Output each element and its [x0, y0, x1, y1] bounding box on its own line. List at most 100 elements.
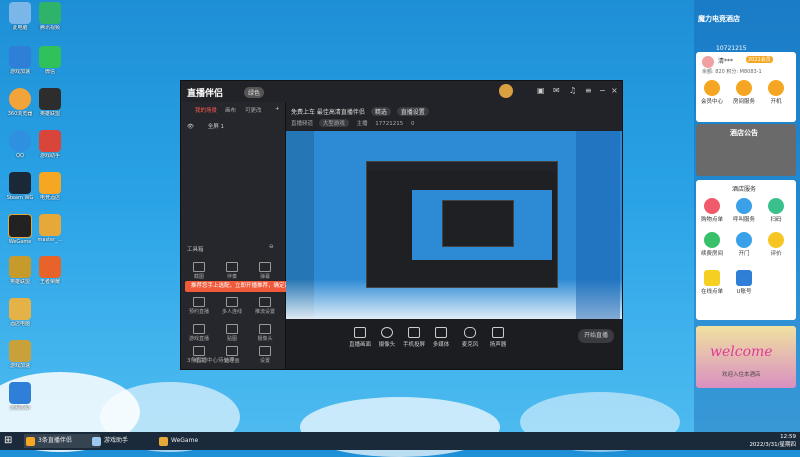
tab-editable[interactable]: 可更改 — [245, 106, 262, 114]
service-rate[interactable]: 评价 — [762, 232, 790, 257]
desktop-icon-hotel-pc[interactable]: 酒店电脑 — [4, 298, 36, 327]
system-clock[interactable]: 12:59 2022/3/31/星期四 — [749, 433, 796, 449]
hotel-side-panel: 魔力电竞酒店 10721215 清*** 2021会员 余额: 820 积分: … — [694, 0, 800, 432]
tool-game-live[interactable]: 游戏直播 — [185, 324, 213, 342]
taskbar-item-companion[interactable]: 3条直播伴侣 — [24, 434, 100, 448]
tab-my-scenes[interactable]: 我的场景 — [195, 106, 217, 114]
member-center-button[interactable]: 会员中心 — [698, 80, 726, 105]
service-call[interactable]: 呼叫服务 — [730, 198, 758, 223]
toolbox-collapse-icon[interactable]: ⊖ — [269, 244, 274, 250]
welcome-card[interactable]: welcome 欢迎入住本酒店 — [696, 326, 796, 388]
service-order[interactable]: 购物点单 — [698, 198, 726, 223]
tool-sticker[interactable]: 贴图 — [218, 324, 246, 342]
service-u-account[interactable]: U账号 — [730, 270, 758, 295]
tool-stream-settings[interactable]: 推流设置 — [251, 297, 279, 315]
wegame-icon — [8, 214, 32, 238]
master-icon — [39, 214, 61, 236]
tool-camera[interactable]: 摄像头 — [251, 324, 279, 342]
menu-icon[interactable]: ≡ — [585, 86, 592, 95]
desktop-icon-steam[interactable]: Steam WG — [4, 172, 36, 201]
user-card: 清*** 2021会员 余额: 820 积分: M8083-1 会员中心 房间服… — [696, 52, 796, 122]
desktop-icon-accel-2[interactable]: 游戏加速 — [4, 340, 36, 369]
desktop-icon-accelerator[interactable]: 游戏加速 — [4, 46, 36, 75]
lol-icon — [39, 88, 61, 110]
shop-icon[interactable]: ▣ — [537, 86, 545, 95]
tool-settings[interactable]: 设置 — [251, 346, 279, 364]
desktop-icon-computer[interactable]: 此电脑 — [4, 2, 36, 31]
hotel-icon — [39, 172, 61, 194]
desktop-icon-qq[interactable]: QQ — [4, 130, 36, 159]
minimize-icon[interactable]: − — [599, 86, 606, 95]
desktop-icon-video[interactable]: 腾讯视频 — [34, 2, 66, 31]
phone-icon — [408, 327, 420, 338]
nested-preview — [412, 190, 552, 260]
speaker-button[interactable]: 扬声器 — [486, 327, 510, 348]
stream-header: 免费上车 最佳高清直播伴侣 精选 直播设置 直播频道 大型游戏 主播 17721… — [286, 102, 622, 130]
room-id: 10721215 — [716, 45, 747, 52]
desktop-icon-wechat[interactable]: 微信 — [34, 46, 66, 75]
like-count: 0 — [411, 121, 415, 127]
camera-icon — [381, 327, 393, 338]
camera-button[interactable]: 摄像头 — [375, 327, 399, 348]
desktop-icon-master[interactable]: master_... — [34, 214, 66, 243]
tab-canvas[interactable]: 画布 — [225, 106, 236, 114]
taskbar-item-wegame[interactable]: WeGame — [157, 434, 231, 448]
desktop-icon-hotel[interactable]: 电竞酒店 — [34, 172, 66, 201]
bell-icon[interactable]: ♫ — [569, 86, 576, 95]
game-helper-icon — [39, 130, 61, 152]
mic-button[interactable]: 麦克风 — [458, 327, 482, 348]
taskbar-item-game-helper[interactable]: 游戏助手 — [90, 434, 166, 448]
windows-start-icon[interactable]: ⊞ — [4, 435, 12, 446]
scene-sidebar: 我的场景 画布 可更改 + 👁 全屏 1 工具箱 ⊖ 截图 伴奏 弹幕 预约直播… — [181, 102, 351, 369]
desktop-icon-game-helper[interactable]: 游戏助手 — [34, 130, 66, 159]
avatar[interactable] — [702, 56, 714, 68]
desktop-icon-lol-2[interactable]: 英雄联盟 — [4, 256, 36, 285]
eye-icon[interactable]: 👁 — [187, 124, 194, 130]
boot-button[interactable]: 开机 — [762, 80, 790, 105]
tool-accompany[interactable]: 伴奏 — [218, 262, 246, 280]
wechat-icon — [39, 46, 61, 68]
tool-multi-link[interactable]: 多人连线 — [218, 297, 246, 315]
tool-reserve[interactable]: 预约直播 — [185, 297, 213, 315]
service-scan[interactable]: 扫码 — [762, 198, 790, 223]
desktop-icon-lol[interactable]: 英雄联盟 — [34, 88, 66, 117]
tool-danmaku[interactable]: 弹幕 — [251, 262, 279, 280]
capture-screen-button[interactable]: 直播画面 — [348, 327, 372, 348]
toolbox-label: 工具箱 — [187, 247, 204, 253]
bottom-toolbar: 直播画面 摄像头 手机投屏 多媒体 麦克风 扬声器 开始直播 — [286, 319, 622, 369]
media-button[interactable]: 多媒体 — [429, 327, 453, 348]
window-titlebar: 直播伴侣 绿色 ▣ ✉ ♫ ≡ − × — [181, 81, 622, 102]
service-renew[interactable]: 续费房间 — [698, 232, 726, 257]
stream-info-row: 直播频道 大型游戏 主播 17721215 0 — [291, 119, 415, 127]
version-badge[interactable]: 绿色 — [244, 87, 265, 98]
room-service-button[interactable]: 房间服务 — [730, 80, 758, 105]
desktop-icon-kings[interactable]: 王者荣耀 — [34, 256, 66, 285]
category-pill[interactable]: 精选 — [370, 107, 391, 116]
start-live-button[interactable]: 开始直播 — [578, 329, 614, 343]
live-companion-window: 直播伴侣 绿色 ▣ ✉ ♫ ≡ − × 我的场景 画布 可更改 + 👁 全屏 1… — [180, 80, 623, 370]
monitor-icon — [354, 327, 366, 338]
service-online-order[interactable]: 在线点单 — [698, 270, 726, 295]
desktop-icon-wegame[interactable]: WeGame — [4, 214, 36, 245]
accelerator-icon — [9, 46, 31, 68]
add-scene-icon[interactable]: + — [275, 106, 280, 112]
vip-badge: 2021会员 — [746, 56, 773, 63]
tool-screenshot[interactable]: 截图 — [185, 262, 213, 280]
avatar[interactable] — [499, 84, 513, 98]
service-open-door[interactable]: 开门 — [730, 232, 758, 257]
scene-item[interactable]: 👁 全屏 1 — [187, 122, 224, 130]
preview-right-panel — [576, 131, 620, 319]
desktop: { "desktop": { "icons": [ {"label":"此电脑"… — [0, 0, 800, 457]
phone-cast-button[interactable]: 手机投屏 — [402, 327, 426, 348]
app-logo: 直播伴侣 — [187, 89, 224, 99]
footer-hint[interactable]: 3条直播中心待处理 — [187, 356, 235, 364]
notice-card[interactable]: 酒店公告 — [696, 124, 796, 176]
mail-icon[interactable]: ✉ — [553, 86, 560, 95]
stream-preview[interactable] — [286, 131, 622, 319]
settings-pill[interactable]: 直播设置 — [396, 107, 429, 116]
stream-title[interactable]: 免费上车 最佳高清直播伴侣 — [291, 109, 365, 116]
desktop-icon-browser[interactable]: 360浏览器 — [4, 88, 36, 117]
computer-icon — [9, 2, 31, 24]
desktop-icon-remote[interactable]: 远程协助 — [4, 382, 36, 411]
close-icon[interactable]: × — [611, 86, 618, 95]
